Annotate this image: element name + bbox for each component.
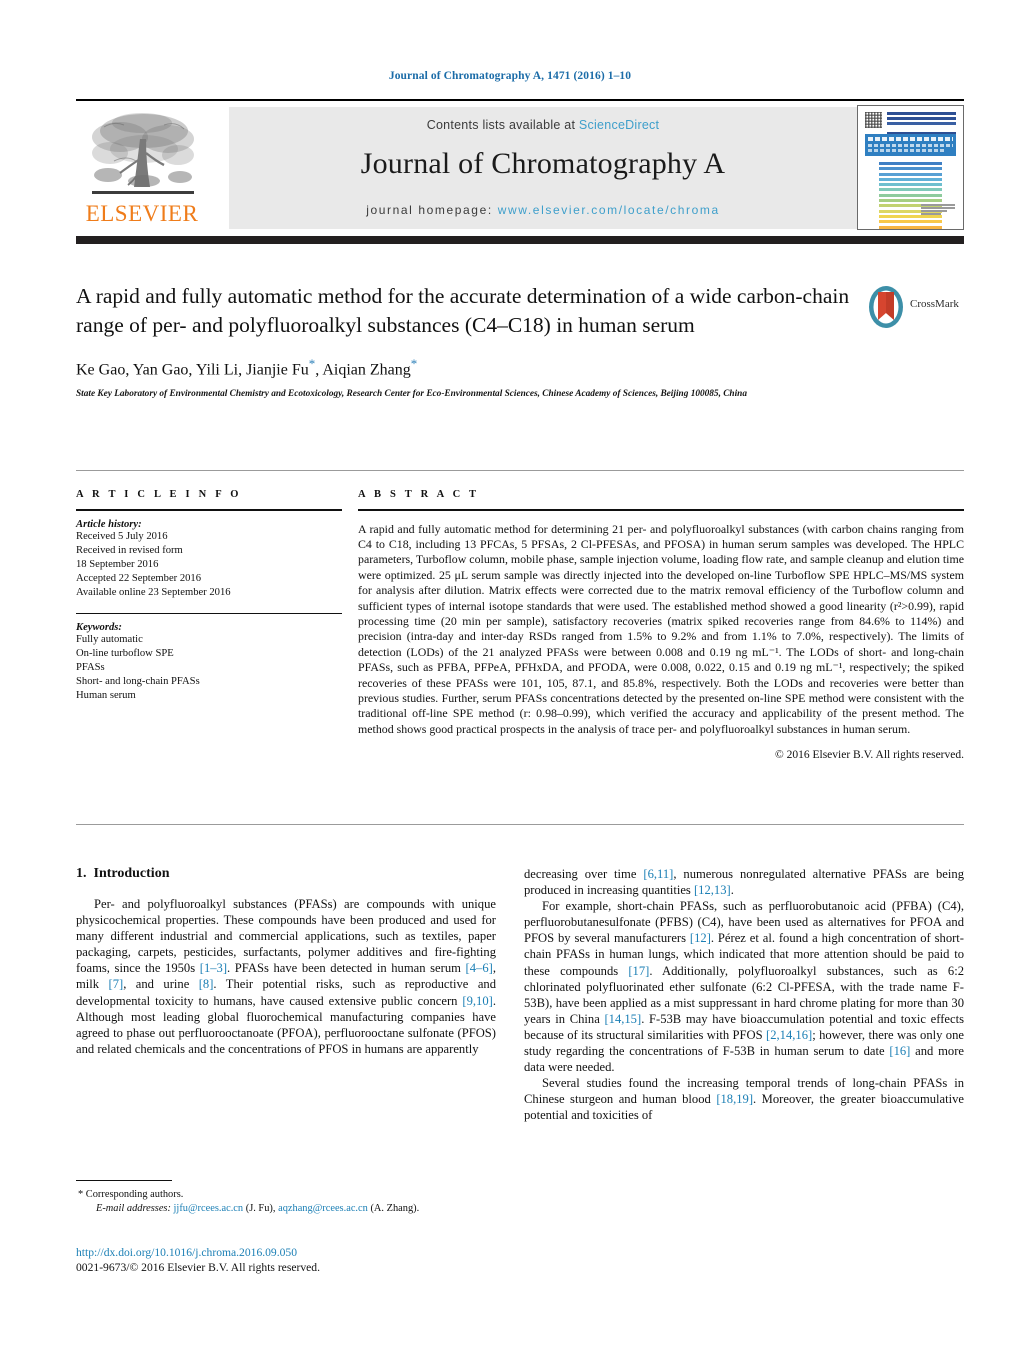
citation-reference[interactable]: [12,13] <box>694 883 731 897</box>
section-heading-introduction: 1. Introduction <box>76 866 496 882</box>
citation-reference[interactable]: [14,15] <box>604 1012 641 1026</box>
abstract-column: A B S T R A C T A rapid and fully automa… <box>358 489 964 761</box>
article-info-heading-rule <box>76 509 342 511</box>
journal-masthead: ELSEVIER Contents lists available at Sci… <box>76 99 964 231</box>
article-info-column: A R T I C L E I N F O Article history: R… <box>76 489 342 704</box>
cover-footer-lines <box>921 204 955 220</box>
article-history-line: Accepted 22 September 2016 <box>76 573 202 585</box>
journal-homepage-line: journal homepage: www.elsevier.com/locat… <box>229 203 857 217</box>
title-block: A rapid and fully automatic method for t… <box>76 282 856 401</box>
keywords-divider <box>76 612 342 614</box>
corresponding-authors-note: * Corresponding authors. <box>78 1189 184 1201</box>
paragraph: For example, short-chain PFASs, such as … <box>524 899 965 1075</box>
author-list: Ke Gao, Yan Gao, Yili Li, Jianjie Fu *, A… <box>76 356 856 379</box>
paragraph: decreasing over time [6,11], numerous no… <box>524 867 964 898</box>
email-owner-2: (A. Zhang). <box>370 1202 420 1214</box>
corresponding-marker-2: * <box>410 356 418 371</box>
article-history-line: Available online 23 September 2016 <box>76 587 231 599</box>
elsevier-tree-icon <box>92 113 194 194</box>
running-head: Journal of Chromatography A, 1471 (2016)… <box>388 70 632 82</box>
section-number: 1. <box>76 866 87 881</box>
elsevier-logo: ELSEVIER <box>78 107 206 229</box>
body-column-right: decreasing over time [6,11], numerous no… <box>524 866 964 1124</box>
email-addresses-note: E-mail addresses: jjfu@rcees.ac.cn (J. F… <box>76 1202 496 1215</box>
abstract-copyright: © 2016 Elsevier B.V. All rights reserved… <box>775 749 964 762</box>
article-info-heading: A R T I C L E I N F O <box>76 489 242 500</box>
homepage-prefix-text: journal homepage: <box>366 203 498 217</box>
footnote-block: * Corresponding authors. E-mail addresse… <box>76 1180 496 1215</box>
crossmark-icon <box>869 286 903 328</box>
citation-reference[interactable]: [8] <box>199 977 214 991</box>
keywords-label: Keywords: <box>76 621 122 633</box>
paragraph: Several studies found the increasing tem… <box>524 1076 965 1123</box>
article-history-line: 18 September 2016 <box>76 559 159 570</box>
section-title: Introduction <box>93 866 170 881</box>
abstract-heading: A B S T R A C T <box>358 489 480 500</box>
contents-prefix-text: Contents lists available at <box>426 118 579 132</box>
citation-reference[interactable]: [7] <box>109 977 124 991</box>
citation-reference[interactable]: [4–6] <box>466 961 493 975</box>
citation-reference[interactable]: [12] <box>690 931 711 945</box>
citation-reference[interactable]: [16] <box>889 1044 910 1058</box>
citation-reference[interactable]: [9,10] <box>462 994 492 1008</box>
sciencedirect-link[interactable]: ScienceDirect <box>579 118 659 132</box>
keyword-item: Human serum <box>76 690 136 702</box>
crossmark-label: CrossMark <box>910 298 959 310</box>
keyword-item: Fully automatic <box>76 633 143 645</box>
journal-title: Journal of Chromatography A <box>360 147 726 180</box>
abstract-section-top-rule <box>76 470 964 471</box>
issn-copyright-line: 0021-9673/© 2016 Elsevier B.V. All right… <box>76 1260 320 1274</box>
citation-reference[interactable]: [1–3] <box>200 961 227 975</box>
authors-names-tail: , Aiqian Zhang <box>315 361 411 379</box>
citation-reference[interactable]: [17] <box>628 964 649 978</box>
article-history-label: Article history: <box>76 518 142 530</box>
abstract-heading-rule <box>358 509 964 511</box>
email-owner-1: (J. Fu), <box>245 1202 276 1214</box>
journal-homepage-link[interactable]: www.elsevier.com/locate/chroma <box>498 203 720 217</box>
cover-artwork <box>865 112 956 229</box>
masthead-top-rule <box>76 99 964 101</box>
citation-reference[interactable]: [2,14,16] <box>766 1028 812 1042</box>
doi-link[interactable]: http://dx.doi.org/10.1016/j.chroma.2016.… <box>76 1246 516 1261</box>
abstract-text: A rapid and fully automatic method for d… <box>358 521 964 736</box>
cover-qr-icon <box>865 112 882 128</box>
email-link-1[interactable]: jjfu@rcees.ac.cn <box>174 1203 244 1214</box>
authors-names: Ke Gao, Yan Gao, Yili Li, Jianjie Fu <box>76 361 309 379</box>
paragraph: Per- and polyfluoroalkyl substances (PFA… <box>76 897 497 1056</box>
keyword-item: Short- and long-chain PFASs <box>76 676 200 688</box>
masthead-bottom-bar <box>76 236 964 244</box>
citation-reference[interactable]: [18,19] <box>716 1092 753 1106</box>
page-title: A rapid and fully automatic method for t… <box>76 284 850 337</box>
keyword-item: On-line turboflow SPE <box>76 647 174 659</box>
article-history-line: Received in revised form <box>76 544 183 556</box>
contents-available-line: Contents lists available at ScienceDirec… <box>229 118 857 132</box>
citation-reference[interactable]: [6,11] <box>643 867 673 881</box>
imprint-block: http://dx.doi.org/10.1016/j.chroma.2016.… <box>76 1246 516 1275</box>
crossmark-badge[interactable]: CrossMark <box>866 284 966 330</box>
email-label: E-mail addresses: <box>96 1202 171 1214</box>
elsevier-wordmark: ELSEVIER <box>85 201 199 226</box>
keyword-item: PFASs <box>76 662 105 674</box>
body-column-left: 1. Introduction Per- and polyfluoroalkyl … <box>76 866 496 1057</box>
article-history-line: Received 5 July 2016 <box>76 530 168 542</box>
paper-page: Journal of Chromatography A, 1471 (2016)… <box>0 0 1020 1351</box>
affiliation: State Key Laboratory of Environmental Ch… <box>76 389 748 400</box>
footnote-rule <box>76 1180 172 1182</box>
journal-cover-thumbnail[interactable] <box>857 105 964 230</box>
abstract-section-bottom-rule <box>76 824 964 825</box>
cover-title-band <box>865 134 956 156</box>
email-link-2[interactable]: aqzhang@rcees.ac.cn <box>278 1203 368 1214</box>
masthead-center-band: Contents lists available at ScienceDirec… <box>229 107 857 229</box>
